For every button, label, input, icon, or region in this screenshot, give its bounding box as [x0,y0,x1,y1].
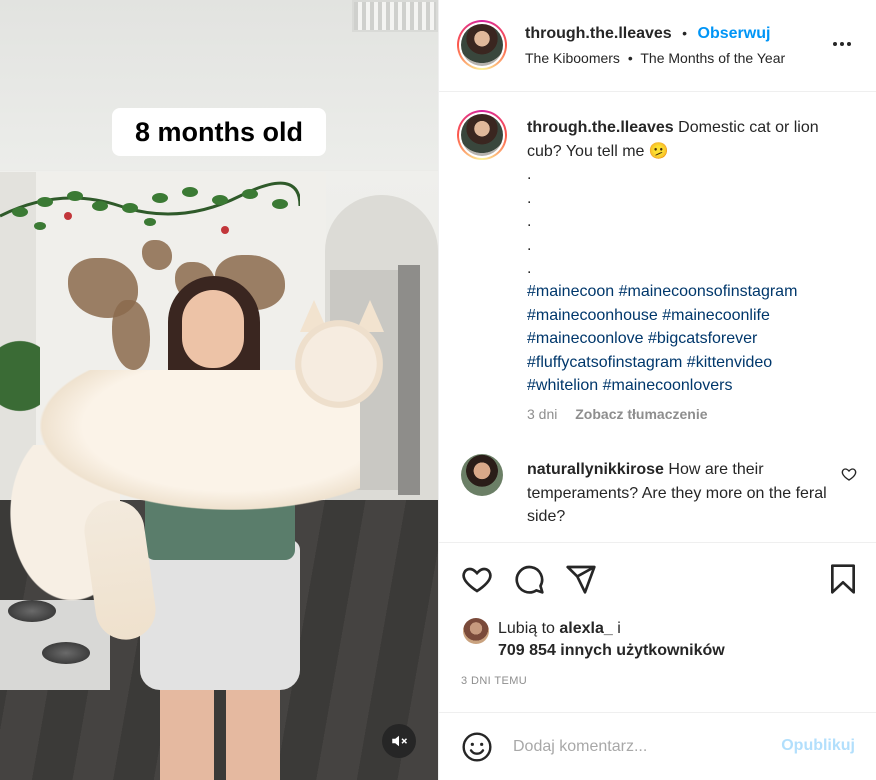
liker-avatar[interactable] [463,618,489,644]
door-frame [398,265,420,495]
likes-suffix: i [617,620,621,637]
hashtag-link[interactable]: #mainecoonlovers [603,377,733,394]
audio-title: The Months of the Year [640,50,786,66]
speaker-muted-icon [392,735,408,747]
hashtag-link[interactable]: #fluffycatsofinstagram [527,354,682,371]
add-comment-bar: Opublikuj [439,712,876,780]
heart-outline-icon[interactable] [841,466,857,482]
hashtag-link[interactable]: #mainecoonhouse [527,307,658,324]
audio-artist: The Kiboomers [525,50,620,66]
commenter-username[interactable]: naturallynikkirose [527,461,664,478]
hashtag-link[interactable]: #whitelion [527,377,598,394]
commenter-avatar[interactable] [461,454,503,496]
author-username[interactable]: through.the.lleaves [525,25,672,42]
emoji-icon[interactable] [461,731,493,763]
caption-dot: . [527,213,532,230]
caption-meta: 3 dni Zobacz tłumaczenie [527,406,708,422]
audio-info[interactable]: The Kiboomers • The Months of the Year [525,50,785,66]
more-options-icon[interactable] [829,36,855,52]
person-shorts [140,540,300,690]
hashtag-link[interactable]: #mainecoonsofinstagram [619,283,798,300]
likes-line: Lubią to alexla_ i [498,620,621,638]
caption-text: through.the.lleaves Domestic cat or lion… [527,116,847,281]
cat-head [295,320,383,408]
person-face [182,290,244,368]
caption-age[interactable]: 3 dni [527,406,557,422]
hashtag-link[interactable]: #bigcatsforever [648,330,757,347]
pet-bowl [42,642,90,664]
heart-icon[interactable] [461,563,493,595]
liker-username[interactable]: alexla_ [559,620,612,637]
comment-input[interactable] [513,733,763,761]
mute-button[interactable] [382,724,416,758]
caption-dot: . [527,166,532,183]
share-icon[interactable] [565,563,597,595]
post-timestamp[interactable]: 3 DNI TEMU [461,675,527,687]
caption-dot: . [527,189,532,207]
hashtag-list: #mainecoon #mainecoonsofinstagram #maine… [527,280,857,398]
publish-button[interactable]: Opublikuj [781,737,855,755]
comment-text: naturallynikkirose How are their tempera… [527,458,827,529]
caption-avatar[interactable] [457,110,507,160]
caption-username[interactable]: through.the.lleaves [527,119,674,136]
hashtag-link[interactable]: #kittenvideo [687,354,772,371]
separator-dot: • [682,25,688,41]
person-legs [160,680,280,780]
caption-dot: . [527,236,532,254]
bookmark-icon[interactable] [827,563,859,595]
hashtag-link[interactable]: #mainecoon [527,283,614,300]
hashtag-link[interactable]: #mainecoonlove [527,330,644,347]
audio-separator: • [627,50,633,66]
likes-count[interactable]: 709 854 innych użytkowników [498,642,725,660]
post-video[interactable]: 8 months old [0,0,438,780]
follow-button[interactable]: Obserwuj [698,25,771,42]
post-side-panel: through.the.lleaves • Obserwuj The Kiboo… [438,0,876,780]
caption-block: through.the.lleaves Domestic cat or lion… [439,92,876,542]
ivy-garland [0,181,300,234]
author-avatar[interactable] [457,20,507,70]
air-vent [352,0,438,32]
likes-summary: Lubią to alexla_ i 709 854 innych użytko… [439,612,876,672]
video-caption-overlay: 8 months old [112,108,326,156]
header-title-row: through.the.lleaves • Obserwuj [525,25,770,43]
post-header: through.the.lleaves • Obserwuj The Kiboo… [439,0,876,92]
hashtag-link[interactable]: #mainecoonlife [662,307,770,324]
houseplant [0,320,40,460]
caption-dot: . [527,260,532,277]
action-bar [439,542,876,612]
see-translation-link[interactable]: Zobacz tłumaczenie [575,406,707,422]
comment-icon[interactable] [513,563,545,595]
likes-prefix: Lubią to [498,620,555,637]
